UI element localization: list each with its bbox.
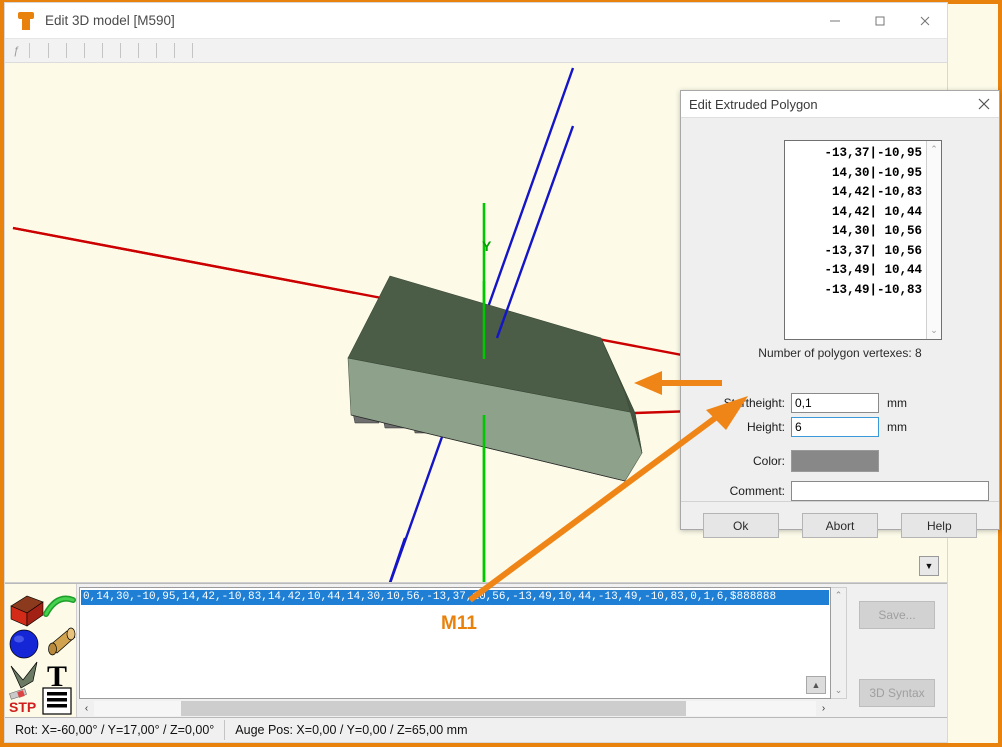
tool-palette[interactable]: T STP bbox=[5, 584, 77, 717]
scroll-down-icon[interactable]: ⌄ bbox=[930, 325, 938, 336]
code-scroll-up-button[interactable]: ▲ bbox=[806, 676, 826, 694]
dialog-separator bbox=[681, 501, 999, 502]
main-toolbar[interactable]: ƒ bbox=[5, 39, 947, 63]
polygon-vertex-listbox[interactable]: -13,37|-10,95 14,30|-10,95 14,42|-10,83 … bbox=[784, 140, 942, 340]
dialog-close-button[interactable] bbox=[969, 91, 999, 118]
toolbar-tick[interactable] bbox=[66, 43, 67, 58]
help-button[interactable]: Help bbox=[901, 513, 977, 538]
editor-action-buttons: Save... 3D Syntax bbox=[847, 584, 947, 717]
function-icon[interactable]: ƒ bbox=[13, 45, 19, 57]
scroll-up-icon[interactable]: ⌃ bbox=[835, 590, 843, 601]
startheight-unit: mm bbox=[879, 396, 907, 410]
ok-button[interactable]: Ok bbox=[703, 513, 779, 538]
color-row: Color: bbox=[711, 450, 879, 472]
edit-extruded-polygon-dialog: Edit Extruded Polygon -13,37|-10,95 14,3… bbox=[680, 90, 1000, 530]
code-horizontal-scrollbar[interactable]: ‹ › bbox=[79, 700, 831, 717]
vertex-list[interactable]: -13,37|-10,95 14,30|-10,95 14,42|-10,83 … bbox=[785, 141, 926, 339]
viewport-dropdown-button[interactable]: ▼ bbox=[919, 556, 939, 576]
curve-icon bbox=[46, 599, 73, 614]
close-button[interactable] bbox=[902, 3, 947, 39]
height-row: Height: 6 mm bbox=[711, 417, 907, 437]
hscroll-track[interactable] bbox=[94, 701, 816, 716]
toolbar-button-group[interactable] bbox=[48, 43, 210, 58]
height-unit: mm bbox=[879, 420, 907, 434]
toolbar-tick[interactable] bbox=[174, 43, 175, 58]
startheight-input[interactable]: 0,1 bbox=[791, 393, 879, 413]
hscroll-left-arrow[interactable]: ‹ bbox=[79, 701, 94, 716]
listbox-scrollbar[interactable]: ⌃ ⌄ bbox=[926, 141, 941, 339]
scroll-up-icon[interactable]: ⌃ bbox=[930, 144, 938, 155]
toolbar-tick[interactable] bbox=[84, 43, 85, 58]
comment-row: Comment: bbox=[711, 481, 989, 501]
dialog-title: Edit Extruded Polygon bbox=[681, 97, 969, 112]
scroll-down-icon[interactable]: ⌄ bbox=[835, 685, 843, 696]
code-line-selected[interactable]: 0,14,30,-10,95,14,42,-10,83,14,42,10,44,… bbox=[81, 590, 829, 605]
status-rotation: Rot: X=-60,00° / Y=17,00° / Z=0,00° bbox=[5, 723, 224, 737]
maximize-button[interactable] bbox=[857, 3, 902, 39]
3d-syntax-button[interactable]: 3D Syntax bbox=[859, 679, 935, 707]
startheight-row: Startheight: 0,1 mm bbox=[711, 393, 907, 413]
window-title: Edit 3D model [M590] bbox=[45, 13, 812, 28]
hscroll-right-arrow[interactable]: › bbox=[816, 701, 831, 716]
vertex-count-label: Number of polygon vertexes: 8 bbox=[681, 346, 999, 360]
chevron-up-icon: ▲ bbox=[812, 680, 821, 690]
comment-label: Comment: bbox=[711, 484, 791, 498]
code-editor-wrapper: 0,14,30,-10,95,14,42,-10,83,14,42,10,44,… bbox=[77, 584, 847, 717]
polygon-icon bbox=[11, 662, 37, 688]
window-titlebar: Edit 3D model [M590] bbox=[5, 3, 947, 39]
screw-icon bbox=[15, 10, 37, 32]
code-vertical-scrollbar[interactable]: ⌃ ⌄ bbox=[831, 587, 847, 699]
toolbar-tick[interactable] bbox=[120, 43, 121, 58]
toolbar-tick[interactable] bbox=[48, 43, 49, 58]
save-button[interactable]: Save... bbox=[859, 601, 935, 629]
toolbar-tick[interactable] bbox=[102, 43, 103, 58]
sphere-icon bbox=[10, 630, 38, 658]
chevron-down-icon: ▼ bbox=[925, 561, 934, 571]
toolbar-tick[interactable] bbox=[138, 43, 139, 58]
abort-button[interactable]: Abort bbox=[802, 513, 878, 538]
comment-input[interactable] bbox=[791, 481, 989, 501]
minimize-button[interactable] bbox=[812, 3, 857, 39]
axis-label-y: Y bbox=[482, 238, 491, 254]
toolbar-tick[interactable] bbox=[192, 43, 193, 58]
color-label: Color: bbox=[711, 454, 791, 468]
cube-icon bbox=[11, 596, 43, 626]
height-input[interactable]: 6 bbox=[791, 417, 879, 437]
list-icon bbox=[43, 688, 71, 714]
height-label: Height: bbox=[711, 420, 791, 434]
annotation-label-m11: M11 bbox=[441, 613, 477, 635]
palette-icons[interactable]: T STP bbox=[5, 584, 77, 716]
dialog-titlebar: Edit Extruded Polygon bbox=[681, 91, 999, 118]
stp-icon: STP bbox=[9, 689, 36, 715]
dialog-button-row: Ok Abort Help bbox=[681, 513, 999, 538]
svg-text:STP: STP bbox=[9, 699, 36, 715]
hscroll-thumb[interactable] bbox=[181, 701, 686, 716]
cylinder-icon bbox=[49, 628, 76, 655]
color-swatch[interactable] bbox=[791, 450, 879, 472]
editor-pane: T STP bbox=[5, 583, 947, 717]
toolbar-separator bbox=[29, 43, 30, 58]
toolbar-tick[interactable] bbox=[156, 43, 157, 58]
status-eye-position: Auge Pos: X=0,00 / Y=0,00 / Z=65,00 mm bbox=[225, 723, 477, 737]
dialog-body: -13,37|-10,95 14,30|-10,95 14,42|-10,83 … bbox=[681, 118, 999, 529]
startheight-label: Startheight: bbox=[711, 396, 791, 410]
status-bar: Rot: X=-60,00° / Y=17,00° / Z=0,00° Auge… bbox=[5, 717, 947, 742]
code-textarea[interactable]: 0,14,30,-10,95,14,42,-10,83,14,42,10,44,… bbox=[79, 587, 831, 699]
